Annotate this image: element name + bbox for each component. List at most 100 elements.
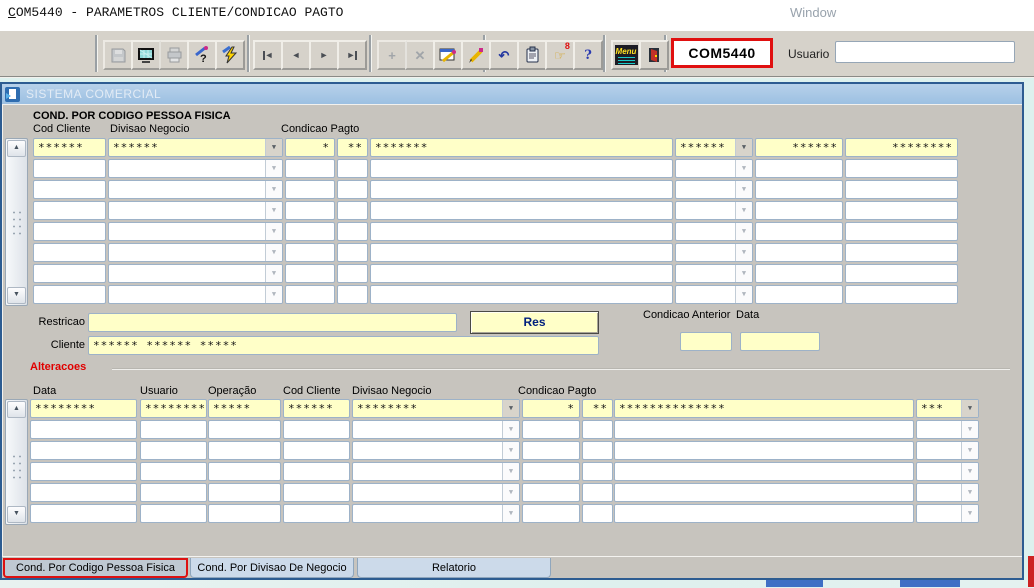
grid-cell[interactable] — [33, 264, 106, 283]
clear-query-button[interactable]: ? — [187, 40, 217, 70]
grid-cell[interactable]: ****** — [283, 399, 350, 418]
dropdown-arrow-icon[interactable]: ▼ — [735, 181, 752, 198]
grid-cell[interactable] — [30, 483, 137, 502]
grid-cell[interactable] — [33, 180, 106, 199]
dropdown-arrow-icon[interactable]: ▼ — [961, 442, 978, 459]
grid-cell[interactable] — [845, 159, 958, 178]
grid-cell[interactable]: ▼ — [916, 420, 979, 439]
dropdown-arrow-icon[interactable]: ▼ — [265, 244, 282, 261]
insert-record-button[interactable]: + — [377, 40, 407, 70]
grid-cell[interactable] — [522, 504, 580, 523]
grid-cell[interactable] — [30, 504, 137, 523]
grid-cell[interactable] — [845, 243, 958, 262]
scroll-down-icon[interactable]: ▼ — [7, 287, 26, 304]
dropdown-arrow-icon[interactable]: ▼ — [502, 463, 519, 480]
grid-cell[interactable]: ▼ — [108, 159, 283, 178]
grid-cell[interactable] — [208, 483, 281, 502]
grid-cell[interactable] — [208, 420, 281, 439]
grid-cell[interactable] — [522, 441, 580, 460]
grid-cell[interactable] — [337, 264, 368, 283]
grid-cell[interactable] — [614, 462, 914, 481]
grid-cell[interactable] — [285, 285, 335, 304]
grid-cell[interactable]: ****** — [33, 138, 106, 157]
grid-cell[interactable] — [283, 483, 350, 502]
grid-cell[interactable] — [140, 504, 207, 523]
grid-cell[interactable] — [140, 441, 207, 460]
grid-cell[interactable] — [283, 504, 350, 523]
grid-cell[interactable]: * — [522, 399, 580, 418]
scroll-up-icon[interactable]: ▲ — [7, 140, 26, 157]
dropdown-arrow-icon[interactable]: ▼ — [735, 139, 752, 156]
last-record-button[interactable]: ► — [337, 40, 367, 70]
grid-cell[interactable] — [33, 222, 106, 241]
dropdown-arrow-icon[interactable]: ▼ — [735, 244, 752, 261]
grid-cell[interactable]: ******* — [370, 138, 673, 157]
grid-cell[interactable]: ▼ — [916, 462, 979, 481]
grid-cell[interactable] — [370, 180, 673, 199]
grid-cell[interactable] — [755, 285, 843, 304]
restricao-field[interactable] — [88, 313, 457, 332]
dropdown-arrow-icon[interactable]: ▼ — [265, 160, 282, 177]
dropdown-arrow-icon[interactable]: ▼ — [502, 400, 519, 417]
dropdown-arrow-icon[interactable]: ▼ — [502, 484, 519, 501]
grid-cell[interactable] — [614, 420, 914, 439]
delete-record-button[interactable]: ✕ — [405, 40, 435, 70]
dropdown-arrow-icon[interactable]: ▼ — [961, 505, 978, 522]
dropdown-arrow-icon[interactable]: ▼ — [735, 202, 752, 219]
window-title-menu[interactable]: COM5440 - PARAMETROS CLIENTE/CONDICAO PA… — [8, 5, 343, 20]
grid-cell[interactable]: ***▼ — [916, 399, 979, 418]
grid-cell[interactable] — [285, 264, 335, 283]
grid-cell[interactable] — [370, 264, 673, 283]
grid-cell[interactable] — [582, 441, 613, 460]
cliente-field[interactable]: ****** ****** ***** — [88, 336, 599, 355]
window-titlebar[interactable]: SISTEMA COMERCIAL — [2, 84, 1022, 104]
dropdown-arrow-icon[interactable]: ▼ — [961, 421, 978, 438]
res-button[interactable]: Res — [470, 311, 599, 334]
grid-cell[interactable]: ▼ — [675, 180, 753, 199]
grid-cell[interactable]: ▼ — [108, 180, 283, 199]
tab-cond-por-divisao-de-negocio-cnpj[interactable]: Cond. Por Divisao De Negocio Cnpj — [190, 558, 354, 578]
scroll-down-icon[interactable]: ▼ — [7, 506, 26, 523]
grid-cell[interactable]: ********▼ — [352, 399, 520, 418]
grid-cell[interactable] — [845, 180, 958, 199]
grid-cell[interactable]: ******** — [845, 138, 958, 157]
grid-cell[interactable]: ▼ — [108, 243, 283, 262]
commit-button[interactable]: ☞8 — [545, 40, 575, 70]
grid-cell[interactable]: ▼ — [352, 483, 520, 502]
grid-cell[interactable] — [522, 483, 580, 502]
display-button[interactable] — [131, 40, 161, 70]
grid-cell[interactable]: ▼ — [108, 264, 283, 283]
grid-cell[interactable] — [337, 159, 368, 178]
grid-cell[interactable] — [582, 420, 613, 439]
scrollbar-track[interactable] — [6, 158, 27, 286]
dropdown-arrow-icon[interactable]: ▼ — [735, 223, 752, 240]
scrollbar-track[interactable] — [6, 419, 27, 505]
dropdown-arrow-icon[interactable]: ▼ — [265, 139, 282, 156]
grid-cell[interactable] — [337, 222, 368, 241]
dropdown-arrow-icon[interactable]: ▼ — [961, 484, 978, 501]
grid-cell[interactable] — [283, 420, 350, 439]
grid-cell[interactable] — [582, 483, 613, 502]
undo-button[interactable]: ↶ — [489, 40, 519, 70]
grid-cell[interactable]: ******** — [30, 399, 137, 418]
execute-button[interactable] — [215, 40, 245, 70]
grid-cell[interactable] — [522, 462, 580, 481]
grid-cell[interactable]: ******▼ — [108, 138, 283, 157]
grid-cell[interactable]: ▼ — [352, 441, 520, 460]
grid-cell[interactable] — [208, 441, 281, 460]
grid-cell[interactable]: ******** — [140, 399, 207, 418]
grid-cell[interactable] — [370, 285, 673, 304]
dropdown-arrow-icon[interactable]: ▼ — [502, 505, 519, 522]
grid-cell[interactable] — [33, 285, 106, 304]
grid-cell[interactable] — [30, 462, 137, 481]
dropdown-arrow-icon[interactable]: ▼ — [502, 442, 519, 459]
dropdown-arrow-icon[interactable]: ▼ — [502, 421, 519, 438]
condicao-anterior-field[interactable] — [680, 332, 732, 351]
dropdown-arrow-icon[interactable]: ▼ — [265, 223, 282, 240]
execute-query-button[interactable] — [461, 40, 491, 70]
grid-cell[interactable] — [285, 180, 335, 199]
grid-cell[interactable] — [30, 420, 137, 439]
grid-cell[interactable]: ▼ — [352, 504, 520, 523]
data-field[interactable] — [740, 332, 820, 351]
grid-cell[interactable] — [845, 201, 958, 220]
